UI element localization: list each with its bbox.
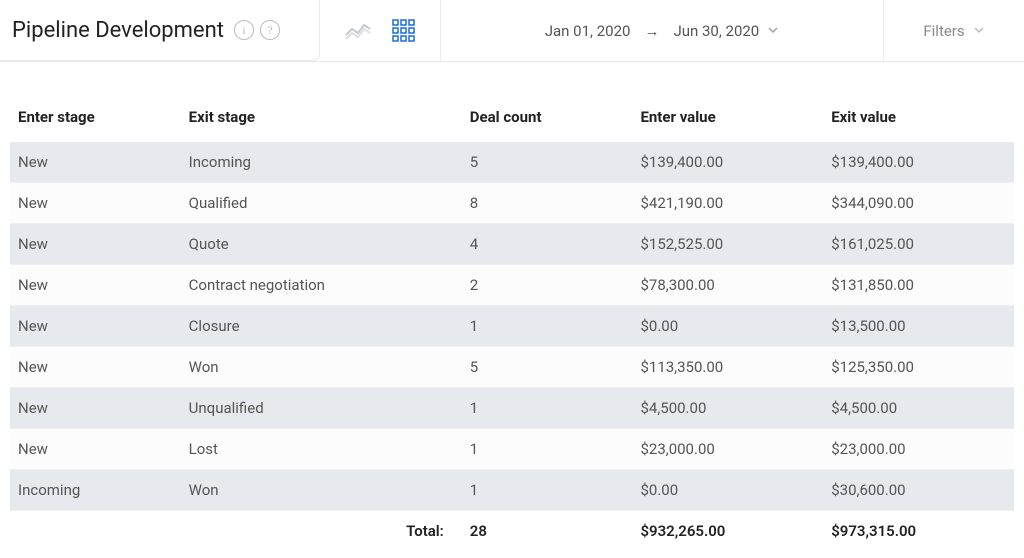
cell-enter-value: $0.00 xyxy=(632,306,823,347)
total-enter-value: $932,265.00 xyxy=(632,511,823,552)
cell-enter-stage: New xyxy=(10,306,181,347)
cell-deal-count: 5 xyxy=(462,142,633,183)
arrow-right-icon: → xyxy=(644,22,659,40)
table-row[interactable]: NewQualified8$421,190.00$344,090.00 xyxy=(10,183,1014,224)
total-exit-value: $973,315.00 xyxy=(823,511,1014,552)
date-start: Jan 01, 2020 xyxy=(545,22,631,40)
content: Enter stage Exit stage Deal count Enter … xyxy=(0,62,1024,551)
chevron-down-icon xyxy=(767,22,779,40)
cell-exit-stage: Closure xyxy=(181,306,462,347)
col-exit-stage[interactable]: Exit stage xyxy=(181,98,462,142)
date-end: Jun 30, 2020 xyxy=(673,22,759,40)
cell-exit-stage: Incoming xyxy=(181,142,462,183)
cell-exit-stage: Contract negotiation xyxy=(181,265,462,306)
cell-deal-count: 4 xyxy=(462,224,633,265)
cell-deal-count: 1 xyxy=(462,470,633,511)
cell-enter-value: $78,300.00 xyxy=(632,265,823,306)
chart-view-icon[interactable] xyxy=(344,21,372,41)
table-row[interactable]: NewQuote4$152,525.00$161,025.00 xyxy=(10,224,1014,265)
filters-button[interactable]: Filters xyxy=(884,0,1024,61)
help-icon[interactable]: ? xyxy=(260,20,280,40)
info-icon[interactable]: i xyxy=(234,20,254,40)
cell-exit-value: $4,500.00 xyxy=(823,388,1014,429)
header-left: Pipeline Development i ? xyxy=(0,0,320,61)
cell-enter-value: $152,525.00 xyxy=(632,224,823,265)
cell-exit-value: $161,025.00 xyxy=(823,224,1014,265)
cell-enter-value: $139,400.00 xyxy=(632,142,823,183)
cell-exit-value: $23,000.00 xyxy=(823,429,1014,470)
header-icons: i ? xyxy=(234,20,280,40)
cell-enter-value: $23,000.00 xyxy=(632,429,823,470)
page-title: Pipeline Development xyxy=(12,18,224,43)
cell-exit-value: $131,850.00 xyxy=(823,265,1014,306)
cell-enter-stage: New xyxy=(10,265,181,306)
cell-enter-stage: New xyxy=(10,429,181,470)
cell-enter-stage: New xyxy=(10,388,181,429)
cell-deal-count: 1 xyxy=(462,388,633,429)
cell-deal-count: 2 xyxy=(462,265,633,306)
table-row[interactable]: IncomingWon1$0.00$30,600.00 xyxy=(10,470,1014,511)
topbar: Pipeline Development i ? xyxy=(0,0,1024,62)
col-exit-value[interactable]: Exit value xyxy=(823,98,1014,142)
cell-exit-value: $30,600.00 xyxy=(823,470,1014,511)
table-row[interactable]: NewLost1$23,000.00$23,000.00 xyxy=(10,429,1014,470)
col-enter-stage[interactable]: Enter stage xyxy=(10,98,181,142)
total-label: Total: xyxy=(181,511,462,552)
cell-enter-value: $4,500.00 xyxy=(632,388,823,429)
cell-exit-stage: Won xyxy=(181,347,462,388)
cell-deal-count: 5 xyxy=(462,347,633,388)
pipeline-table: Enter stage Exit stage Deal count Enter … xyxy=(10,98,1014,551)
cell-exit-value: $13,500.00 xyxy=(823,306,1014,347)
cell-enter-value: $113,350.00 xyxy=(632,347,823,388)
cell-deal-count: 1 xyxy=(462,306,633,347)
cell-exit-stage: Quote xyxy=(181,224,462,265)
table-row[interactable]: NewContract negotiation2$78,300.00$131,8… xyxy=(10,265,1014,306)
table-row[interactable]: NewClosure1$0.00$13,500.00 xyxy=(10,306,1014,347)
cell-deal-count: 1 xyxy=(462,429,633,470)
cell-exit-stage: Qualified xyxy=(181,183,462,224)
total-row: Total: 28 $932,265.00 $973,315.00 xyxy=(10,511,1014,552)
cell-exit-stage: Lost xyxy=(181,429,462,470)
cell-exit-value: $344,090.00 xyxy=(823,183,1014,224)
table-row[interactable]: NewIncoming5$139,400.00$139,400.00 xyxy=(10,142,1014,183)
cell-enter-stage: Incoming xyxy=(10,470,181,511)
cell-enter-value: $421,190.00 xyxy=(632,183,823,224)
col-deal-count[interactable]: Deal count xyxy=(462,98,633,142)
table-header-row: Enter stage Exit stage Deal count Enter … xyxy=(10,98,1014,142)
col-enter-value[interactable]: Enter value xyxy=(632,98,823,142)
cell-exit-stage: Won xyxy=(181,470,462,511)
cell-enter-stage: New xyxy=(10,347,181,388)
cell-exit-value: $125,350.00 xyxy=(823,347,1014,388)
cell-exit-value: $139,400.00 xyxy=(823,142,1014,183)
cell-enter-value: $0.00 xyxy=(632,470,823,511)
cell-enter-stage: New xyxy=(10,224,181,265)
table-row[interactable]: NewUnqualified1$4,500.00$4,500.00 xyxy=(10,388,1014,429)
cell-enter-stage: New xyxy=(10,142,181,183)
cell-deal-count: 8 xyxy=(462,183,633,224)
total-deal-count: 28 xyxy=(462,511,633,552)
view-toggle xyxy=(320,0,441,61)
cell-enter-stage: New xyxy=(10,183,181,224)
filters-label: Filters xyxy=(923,22,964,40)
cell-exit-stage: Unqualified xyxy=(181,388,462,429)
date-range-picker[interactable]: Jan 01, 2020 → Jun 30, 2020 xyxy=(441,0,884,61)
chevron-down-icon xyxy=(973,22,985,40)
table-row[interactable]: NewWon5$113,350.00$125,350.00 xyxy=(10,347,1014,388)
grid-view-icon[interactable] xyxy=(392,19,416,43)
